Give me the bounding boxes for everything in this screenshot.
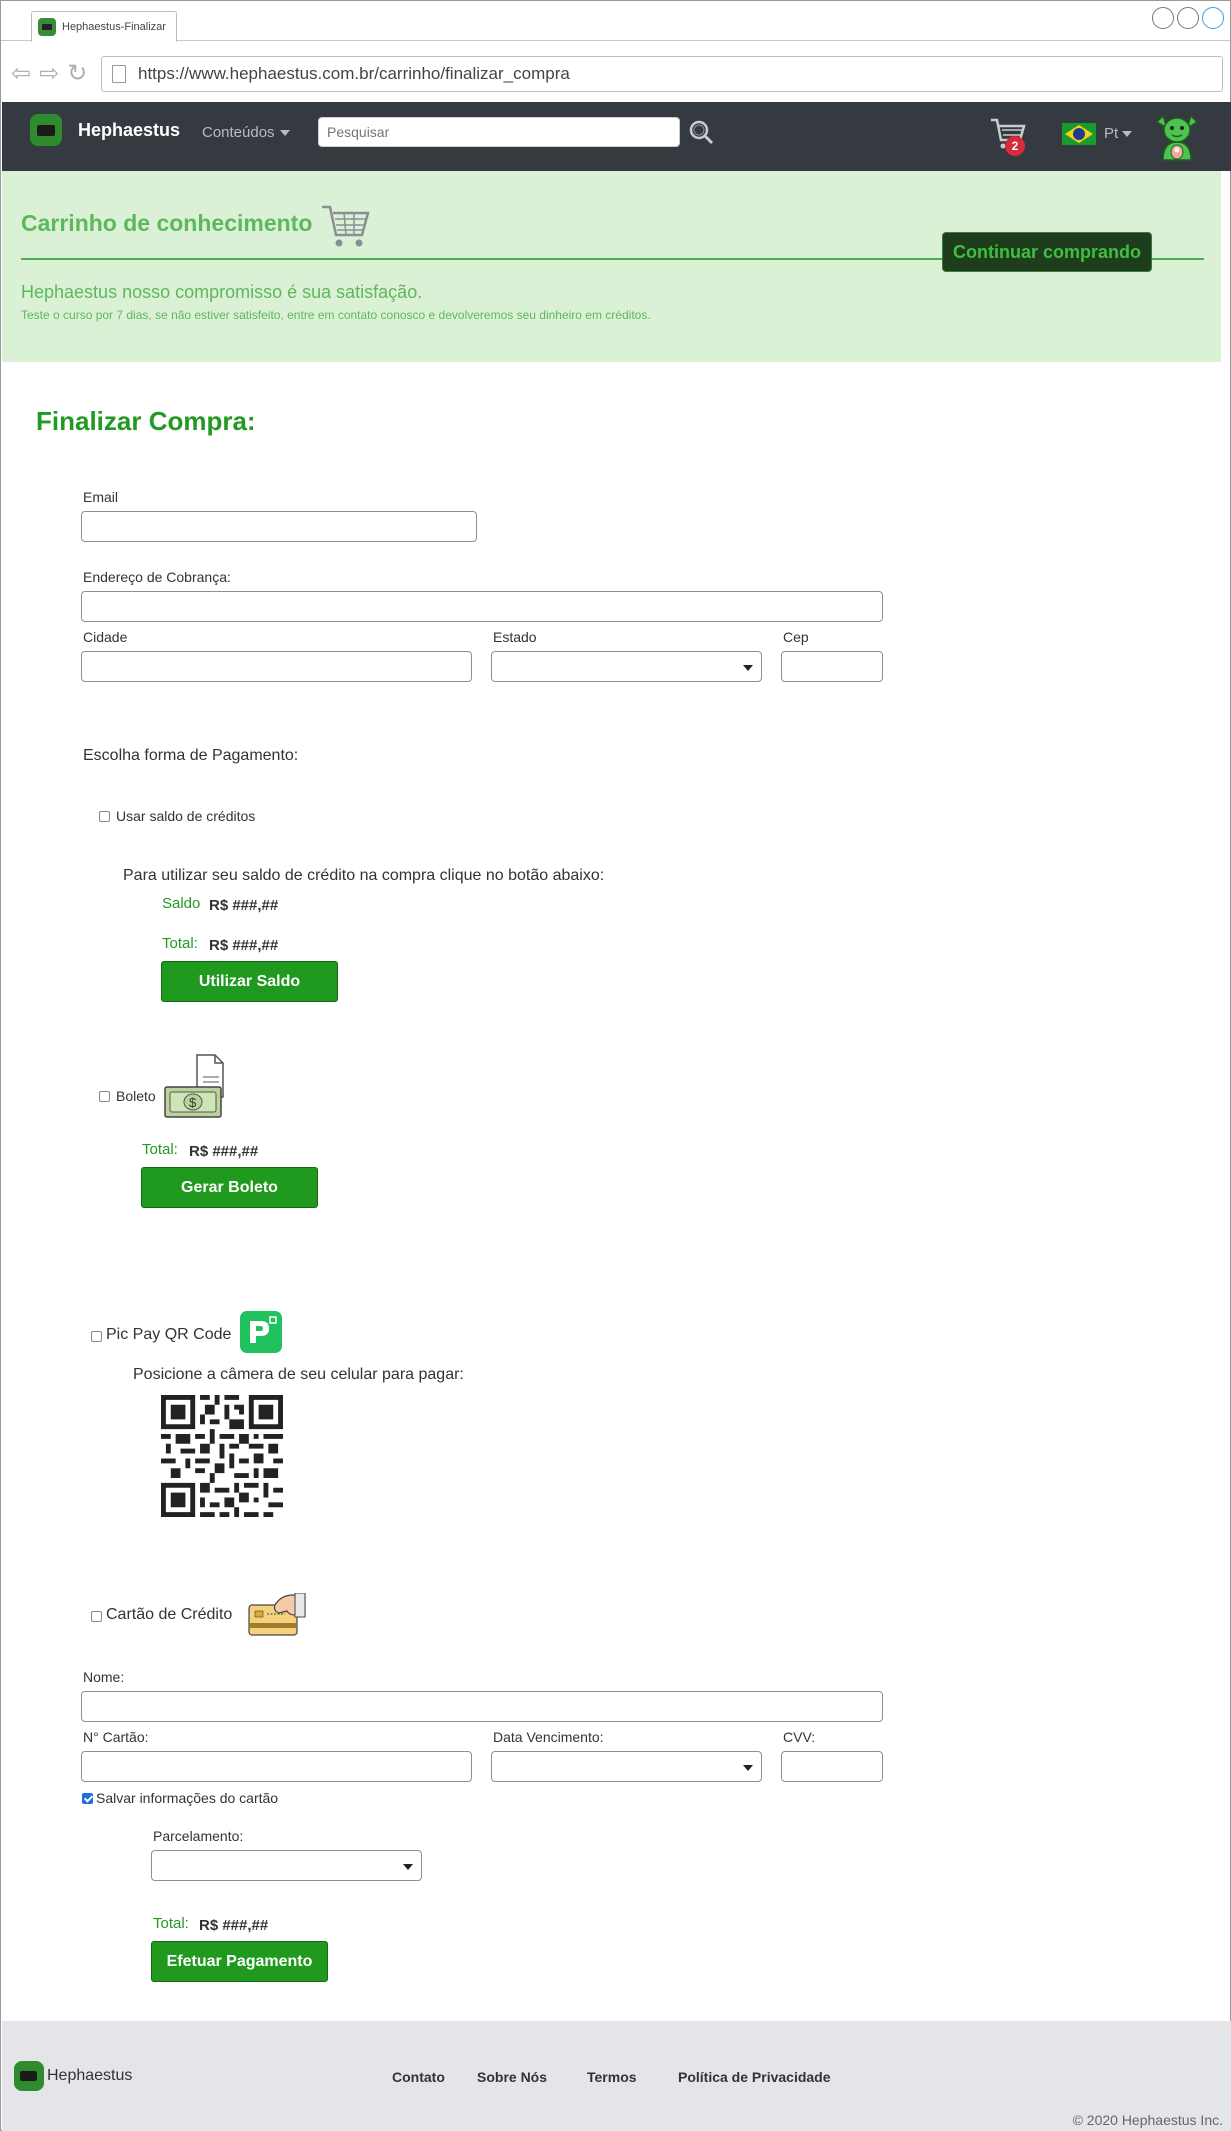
card-total-label: Total:: [153, 1915, 189, 1932]
email-field[interactable]: [81, 511, 477, 542]
minimize-button[interactable]: [1152, 7, 1174, 29]
browser-nav: ⇦ ⇨ ↻: [11, 62, 87, 86]
continue-shopping-button[interactable]: Continuar comprando: [942, 232, 1152, 272]
brand-name[interactable]: Hephaestus: [78, 120, 180, 141]
credits-instruction: Para utilizar seu saldo de crédito na co…: [123, 867, 605, 884]
tab-title: Hephaestus-Finalizar: [62, 21, 166, 33]
shopping-cart-icon: [322, 205, 370, 247]
browser-tab-bar: Hephaestus-Finalizar: [1, 1, 1230, 42]
copyright-text: © 2020 Hephaestus Inc.: [1072, 2112, 1223, 2128]
submit-payment-button[interactable]: Efetuar Pagamento: [151, 1941, 328, 1982]
user-avatar-icon[interactable]: [1153, 108, 1201, 162]
chevron-down-icon: [1122, 131, 1133, 138]
card-total-value: R$ ###,##: [199, 1917, 269, 1934]
picpay-checkbox[interactable]: [91, 1331, 102, 1342]
footer-link-terms[interactable]: Termos: [587, 2069, 637, 2085]
zip-label: Cep: [783, 629, 809, 645]
footer-link-contact[interactable]: Contato: [392, 2069, 445, 2085]
chevron-down-icon: [279, 130, 290, 137]
use-balance-button[interactable]: Utilizar Saldo: [161, 961, 338, 1002]
close-button[interactable]: [1202, 7, 1224, 29]
balance-label: Saldo: [162, 895, 201, 912]
state-label: Estado: [493, 629, 537, 645]
footer-logo-icon[interactable]: [14, 2061, 44, 2091]
language-selector[interactable]: Pt: [1104, 125, 1133, 142]
boleto-total-value: R$ ###,##: [189, 1143, 259, 1160]
picpay-instruction: Posicione a câmera de seu celular para p…: [133, 1366, 464, 1383]
browser-toolbar: ⇦ ⇨ ↻ https://www.hephaestus.com.br/carr…: [1, 42, 1230, 102]
page-title: Finalizar Compra:: [36, 406, 256, 436]
card-name-label: Nome:: [83, 1669, 125, 1685]
save-card-checkbox[interactable]: [82, 1793, 93, 1804]
card-cvv-field[interactable]: [781, 1751, 883, 1782]
card-number-field[interactable]: [81, 1751, 472, 1782]
card-expiry-select[interactable]: [491, 1751, 762, 1782]
reload-icon[interactable]: ↻: [67, 62, 87, 86]
banner-note: Teste o curso por 7 dias, se não estiver…: [21, 308, 651, 322]
qr-code-image: [161, 1395, 283, 1517]
email-label: Email: [83, 489, 119, 505]
browser-tab[interactable]: Hephaestus-Finalizar: [31, 11, 177, 42]
window-controls: [1152, 7, 1224, 29]
address-label: Endereço de Cobrança:: [83, 569, 231, 585]
city-field[interactable]: [81, 651, 472, 682]
favicon-icon: [38, 18, 56, 36]
url-text: https://www.hephaestus.com.br/carrinho/f…: [138, 64, 570, 83]
boleto-icon: $: [164, 1054, 224, 1118]
boleto-checkbox[interactable]: [99, 1091, 110, 1102]
cart-banner: Carrinho de conhecimento Continuar compr…: [2, 171, 1221, 362]
brazil-flag-icon[interactable]: [1062, 123, 1096, 145]
boleto-total-label: Total:: [142, 1141, 178, 1158]
credit-card-label: Cartão de Crédito: [106, 1606, 233, 1623]
state-select[interactable]: [491, 651, 762, 682]
zip-field[interactable]: [781, 651, 883, 682]
picpay-logo-icon: [240, 1311, 282, 1353]
banner-subtitle: Hephaestus nosso compromisso é sua satis…: [21, 282, 423, 302]
credits-total-label: Total:: [162, 935, 198, 952]
site-footer: Hephaestus Contato Sobre Nós Termos Polí…: [2, 2021, 1231, 2131]
page-icon: [112, 65, 126, 83]
address-bar[interactable]: https://www.hephaestus.com.br/carrinho/f…: [101, 56, 1223, 92]
installments-select[interactable]: [151, 1850, 422, 1881]
use-credits-checkbox[interactable]: [99, 811, 110, 822]
credit-card-checkbox[interactable]: [91, 1611, 102, 1622]
language-label: Pt: [1104, 125, 1119, 142]
card-name-field[interactable]: [81, 1691, 883, 1722]
installments-label: Parcelamento:: [153, 1828, 244, 1844]
save-card-label: Salvar informações do cartão: [96, 1790, 279, 1806]
search-icon[interactable]: [688, 119, 714, 145]
back-arrow-icon[interactable]: ⇦: [11, 62, 31, 86]
footer-link-about[interactable]: Sobre Nós: [477, 2069, 547, 2085]
card-expiry-label: Data Vencimento:: [493, 1729, 604, 1745]
picpay-label: Pic Pay QR Code: [106, 1326, 232, 1343]
card-cvv-label: CVV:: [783, 1729, 816, 1745]
svg-text:$: $: [189, 1095, 197, 1110]
credit-card-icon: [248, 1593, 306, 1636]
contents-menu[interactable]: Conteúdos: [202, 124, 290, 141]
generate-boleto-button[interactable]: Gerar Boleto: [141, 1167, 318, 1208]
maximize-button[interactable]: [1177, 7, 1199, 29]
balance-value: R$ ###,##: [209, 897, 279, 914]
credits-total-value: R$ ###,##: [209, 937, 279, 954]
payment-heading: Escolha forma de Pagamento:: [83, 747, 299, 764]
forward-arrow-icon[interactable]: ⇨: [39, 62, 59, 86]
banner-title: Carrinho de conhecimento: [21, 210, 313, 236]
cart-count-badge: 2: [1005, 136, 1025, 156]
search-input[interactable]: [318, 117, 680, 147]
footer-brand[interactable]: Hephaestus: [47, 2067, 132, 2085]
browser-window: Hephaestus-Finalizar ⇦ ⇨ ↻ https://www.h…: [0, 0, 1231, 2131]
address-field[interactable]: [81, 591, 883, 622]
card-number-label: N° Cartão:: [83, 1729, 149, 1745]
contents-menu-label: Conteúdos: [202, 124, 275, 141]
city-label: Cidade: [83, 629, 128, 645]
footer-link-privacy[interactable]: Política de Privacidade: [678, 2069, 831, 2085]
hephaestus-logo-icon[interactable]: [30, 114, 62, 146]
use-credits-label: Usar saldo de créditos: [116, 808, 256, 824]
site-header: Hephaestus Conteúdos 2 Pt: [2, 102, 1231, 171]
boleto-label: Boleto: [116, 1088, 156, 1104]
